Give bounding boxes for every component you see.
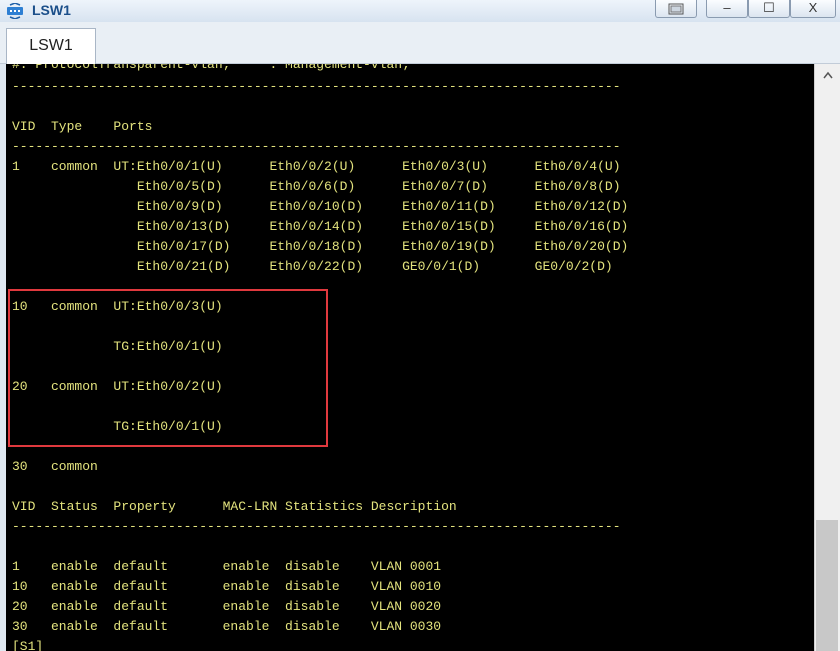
scrollbar-thumb[interactable] bbox=[816, 520, 838, 651]
window-titlebar: LSW1 – ☐ X bbox=[0, 0, 840, 22]
terminal-line: 30 common bbox=[12, 459, 98, 474]
terminal-line: VID Status Property MAC-LRN Statistics D… bbox=[12, 499, 457, 514]
terminal-line: Eth0/0/17(D) Eth0/0/18(D) Eth0/0/19(D) E… bbox=[12, 239, 629, 254]
terminal-line: 1 common UT:Eth0/0/1(U) Eth0/0/2(U) Eth0… bbox=[12, 159, 621, 174]
terminal-line: VID Type Ports bbox=[12, 119, 153, 134]
terminal-line: Eth0/0/21(D) Eth0/0/22(D) GE0/0/1(D) GE0… bbox=[12, 259, 613, 274]
terminal-line: 10 common UT:Eth0/0/3(U) bbox=[12, 299, 223, 314]
maximize-button[interactable]: ☐ bbox=[748, 0, 790, 18]
terminal-line: Eth0/0/5(D) Eth0/0/6(D) Eth0/0/7(D) Eth0… bbox=[12, 179, 621, 194]
tab-lsw1[interactable]: LSW1 bbox=[6, 28, 96, 64]
terminal-line: Eth0/0/9(D) Eth0/0/10(D) Eth0/0/11(D) Et… bbox=[12, 199, 629, 214]
terminal-line: ----------------------------------------… bbox=[12, 139, 621, 154]
terminal-line: #: ProtocolTransparent-vlan; *: Manageme… bbox=[12, 64, 410, 72]
terminal-line: 20 common UT:Eth0/0/2(U) bbox=[12, 379, 223, 394]
terminal-line: Eth0/0/13(D) Eth0/0/14(D) Eth0/0/15(D) E… bbox=[12, 219, 629, 234]
chevron-up-icon bbox=[822, 71, 833, 79]
terminal-output[interactable]: #: ProtocolTransparent-vlan; *: Manageme… bbox=[6, 64, 814, 651]
terminal-line: TG:Eth0/0/1(U) bbox=[12, 339, 223, 354]
terminal-line: TG:Eth0/0/1(U) bbox=[12, 419, 223, 434]
close-icon: X bbox=[808, 0, 818, 15]
close-button[interactable]: X bbox=[790, 0, 836, 18]
terminal-line: 20 enable default enable disable VLAN 00… bbox=[12, 599, 442, 614]
minimize-button[interactable]: – bbox=[706, 0, 748, 18]
restore-window-icon bbox=[668, 3, 684, 15]
terminal-line: 10 enable default enable disable VLAN 00… bbox=[12, 579, 442, 594]
terminal-line: 30 enable default enable disable VLAN 00… bbox=[12, 619, 442, 634]
terminal-prompt: [S1] bbox=[12, 639, 44, 651]
window-title: LSW1 bbox=[32, 2, 71, 18]
restore-button[interactable] bbox=[655, 0, 697, 18]
vertical-scrollbar[interactable] bbox=[814, 64, 840, 651]
terminal-line: 1 enable default enable disable VLAN 000… bbox=[12, 559, 442, 574]
scroll-up-button[interactable] bbox=[815, 64, 840, 86]
network-switch-icon bbox=[7, 3, 23, 19]
terminal-line: ----------------------------------------… bbox=[12, 79, 621, 94]
terminal-line: ----------------------------------------… bbox=[12, 519, 621, 534]
maximize-icon: ☐ bbox=[763, 0, 775, 15]
tab-strip: LSW1 bbox=[0, 22, 840, 64]
minimize-icon: – bbox=[723, 0, 731, 15]
